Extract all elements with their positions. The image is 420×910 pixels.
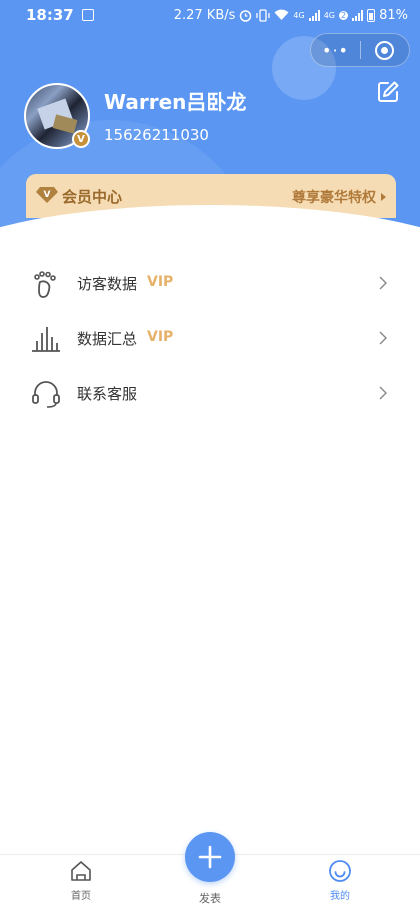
tab-publish-label: 发表: [199, 892, 221, 905]
member-center-banner[interactable]: V 会员中心 尊享豪华特权: [26, 174, 396, 218]
arrow-right-icon: [381, 193, 386, 201]
status-bar: 18:37 2.27 KB/s 4G 4G 2 81%: [0, 0, 420, 30]
home-icon: [71, 861, 91, 881]
privilege-link[interactable]: 尊享豪华特权: [292, 187, 386, 207]
tab-mine-label: 我的: [330, 891, 350, 902]
signal-icon: [308, 9, 320, 21]
tab-home-label: 首页: [71, 891, 91, 902]
status-time: 18:37: [26, 6, 74, 24]
privilege-label: 尊享豪华特权: [292, 190, 376, 206]
edit-icon[interactable]: [376, 80, 400, 104]
bar-chart-icon: [32, 327, 60, 352]
network-type-2: 4G: [323, 10, 335, 20]
menu-item-label: 数据汇总: [77, 330, 138, 348]
network-type-1: 4G: [293, 10, 305, 20]
menu-item-data-summary[interactable]: 数据汇总 VIP: [0, 311, 420, 366]
wifi-icon: [274, 9, 289, 20]
member-center-title: 会员中心: [62, 188, 123, 206]
vip-tag: VIP: [147, 274, 174, 290]
signal-icon: [352, 9, 364, 21]
image-notification-icon: [81, 9, 94, 21]
tab-home[interactable]: 首页: [51, 859, 111, 907]
battery-icon: [367, 8, 376, 22]
plus-icon: [198, 845, 222, 869]
publish-button[interactable]: [185, 832, 235, 882]
more-dots-icon: •·•: [322, 40, 349, 60]
vip-tag: VIP: [147, 329, 174, 345]
chevron-right-icon: [379, 331, 387, 345]
more-button[interactable]: •·•: [311, 34, 360, 66]
menu-item-label: 联系客服: [77, 385, 138, 403]
svg-text:V: V: [44, 190, 51, 200]
chevron-right-icon: [379, 386, 387, 400]
chevron-right-icon: [379, 276, 387, 290]
mini-program-capsule: •·•: [310, 33, 410, 67]
menu-list: 访客数据 VIP 数据汇总 VIP 联系客服: [0, 256, 420, 421]
smile-icon: [329, 860, 351, 882]
menu-item-visitor-data[interactable]: 访客数据 VIP: [0, 256, 420, 311]
alarm-icon: [240, 9, 252, 22]
network-speed: 2.27 KB/s: [173, 7, 236, 23]
headset-icon: [32, 381, 60, 408]
menu-item-customer-service[interactable]: 联系客服: [0, 366, 420, 421]
footprint-icon: [34, 271, 56, 298]
phone-number: 15626211030: [104, 126, 209, 144]
menu-item-label: 访客数据: [77, 275, 138, 293]
tab-mine[interactable]: 我的: [310, 859, 370, 907]
target-icon: [375, 40, 395, 60]
battery-level: 81%: [379, 7, 408, 23]
close-program-button[interactable]: [361, 34, 409, 66]
diamond-vip-icon: V: [36, 187, 58, 203]
username: Warren吕卧龙: [104, 90, 247, 114]
vibrate-icon: [256, 8, 271, 22]
verified-badge: V: [72, 130, 90, 148]
sim-badge: 2: [339, 10, 349, 20]
